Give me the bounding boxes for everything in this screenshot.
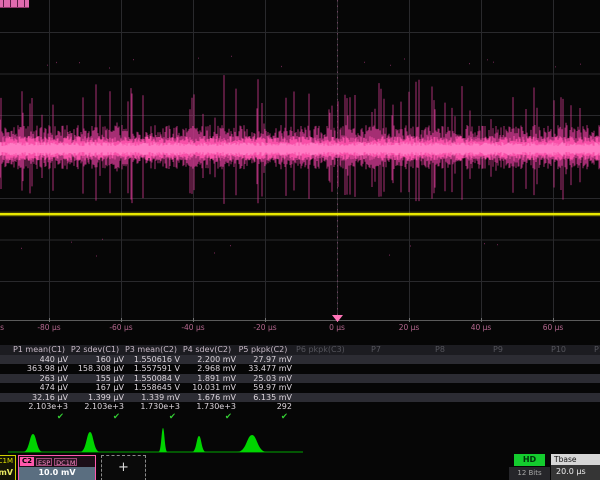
measurement-value: 155 µV (66, 374, 124, 384)
measurement-header[interactable]: P2 sdev(C1) (66, 345, 124, 355)
measurement-row: 32.16 µV1.399 µV1.339 mV1.676 mV6.135 mV (0, 393, 600, 403)
time-axis-tick-label: -20 µs (243, 323, 287, 332)
measurement-value: 1.676 mV (178, 393, 236, 403)
hd-mode-badge[interactable]: HD (514, 454, 545, 466)
measurement-header-disabled[interactable]: P6 pkpk(C3) (296, 345, 366, 355)
measurement-row: ✔✔✔✔✔ (0, 412, 600, 422)
c1-trace (0, 213, 600, 215)
c2-scale: 10.0 mV (19, 467, 95, 480)
measurement-value: 1.339 mV (122, 393, 180, 403)
measurement-value: 474 µV (10, 383, 68, 393)
measurement-value: 32.16 µV (10, 393, 68, 403)
time-axis-labels: -100 µs -80 µs -60 µs -40 µs -20 µs 0 µs 20 µs… (0, 323, 600, 335)
measurement-value: 263 µV (10, 374, 68, 384)
measurement-value: 1.399 µV (66, 393, 124, 403)
measurement-header[interactable]: P4 sdev(C2) (178, 345, 236, 355)
measurement-value: 6.135 mV (234, 393, 292, 403)
measurement-table: P1 mean(C1)P2 sdev(C1)P3 mean(C2)P4 sdev… (0, 345, 600, 421)
c2-header: C2 ESP DC1M (19, 456, 95, 467)
measurement-header[interactable]: P5 pkpk(C2) (234, 345, 292, 355)
measurement-row: 440 µV160 µV1.550616 V2.200 mV27.97 mV (0, 355, 600, 365)
measurement-status-check: ✔ (178, 412, 232, 422)
measurement-value: 59.97 mV (234, 383, 292, 393)
add-trace-button[interactable]: + (101, 455, 146, 480)
measurement-row: 263 µV155 µV1.550084 V1.891 mV25.03 mV (0, 374, 600, 384)
measurement-value: 2.200 mV (178, 355, 236, 365)
measurement-value: 1.550616 V (122, 355, 180, 365)
measurement-header-disabled[interactable]: P10 (551, 345, 600, 355)
measurement-header[interactable]: P3 mean(C2) (122, 345, 180, 355)
channel-descriptor-c2[interactable]: C2 ESP DC1M 10.0 mV (18, 455, 96, 480)
measurement-histicon (23, 434, 43, 452)
measurement-value: 27.97 mV (234, 355, 292, 365)
time-axis-tick-label: 40 µs (459, 323, 503, 332)
measurement-status-check: ✔ (122, 412, 176, 422)
measurement-value: 292 (234, 402, 292, 412)
histicon-svg (0, 427, 600, 455)
measurement-value: 2.103e+3 (66, 402, 124, 412)
oscilloscope-screen: -100 µs -80 µs -60 µs -40 µs -20 µs 0 µs 20 µs… (0, 0, 600, 480)
time-axis-tick-label: 0 µs (315, 323, 359, 332)
measurement-row: 474 µV167 µV1.558645 V10.031 mV59.97 mV (0, 383, 600, 393)
time-axis-tick-label: -60 µs (99, 323, 143, 332)
c2-coupling: DC1M (54, 458, 77, 466)
measurement-header[interactable]: P1 mean(C1) (10, 345, 68, 355)
time-axis-tick-label: -80 µs (27, 323, 71, 332)
measurement-value: 33.477 mV (234, 364, 292, 374)
timebase-descriptor[interactable]: Tbase 20.0 µs (551, 454, 600, 480)
measurement-value: 160 µV (66, 355, 124, 365)
channel-descriptor-c1[interactable]: DC1M 10.0 mV (0, 455, 16, 480)
measurement-value: 25.03 mV (234, 374, 292, 384)
measurement-status-check: ✔ (10, 412, 64, 422)
measurement-value: 1.730e+3 (122, 402, 180, 412)
waveform-svg[interactable] (0, 0, 600, 322)
measurement-value: 158.308 µV (66, 364, 124, 374)
measurement-value: 10.031 mV (178, 383, 236, 393)
measurement-histicon (159, 428, 168, 452)
measurement-row: 363.98 µV158.308 µV1.557591 V2.968 mV33.… (0, 364, 600, 374)
c1-scale: 10.0 mV (0, 467, 15, 480)
measurement-value: 1.891 mV (178, 374, 236, 384)
measurement-header-disabled[interactable]: P11 (594, 345, 600, 355)
time-axis-tick-label: -40 µs (171, 323, 215, 332)
measurement-status-check: ✔ (234, 412, 288, 422)
measurement-value: 440 µV (10, 355, 68, 365)
measurement-value: 1.558645 V (122, 383, 180, 393)
c1-coupling: DC1M (0, 456, 15, 467)
status-badge (0, 0, 29, 8)
measurement-value: 1.550084 V (122, 374, 180, 384)
measurement-value: 1.730e+3 (178, 402, 236, 412)
time-axis-tick-label: -100 µs (0, 323, 12, 332)
bit-resolution-label: 12 Bits (509, 467, 550, 480)
measurement-histicon (192, 436, 206, 452)
measurement-value: 363.98 µV (10, 364, 68, 374)
measurement-histicon (80, 432, 100, 452)
measurement-value: 167 µV (66, 383, 124, 393)
measurement-histicon (237, 435, 267, 452)
measurement-value: 1.557591 V (122, 364, 180, 374)
c2-label: C2 (20, 457, 34, 466)
c2-esp-badge: ESP (36, 458, 52, 466)
measurement-status-check: ✔ (66, 412, 120, 422)
measurement-value: 2.103e+3 (10, 402, 68, 412)
time-axis-tick-label: 60 µs (531, 323, 575, 332)
measurement-value: 2.968 mV (178, 364, 236, 374)
measurement-row: P1 mean(C1)P2 sdev(C1)P3 mean(C2)P4 sdev… (0, 345, 600, 355)
measurement-header-disabled[interactable]: P7 (371, 345, 441, 355)
timebase-title: Tbase (551, 454, 600, 465)
time-axis-tick-label: 20 µs (387, 323, 431, 332)
measurement-row: 2.103e+32.103e+31.730e+31.730e+3292 (0, 402, 600, 412)
timebase-value: 20.0 µs (551, 465, 600, 480)
